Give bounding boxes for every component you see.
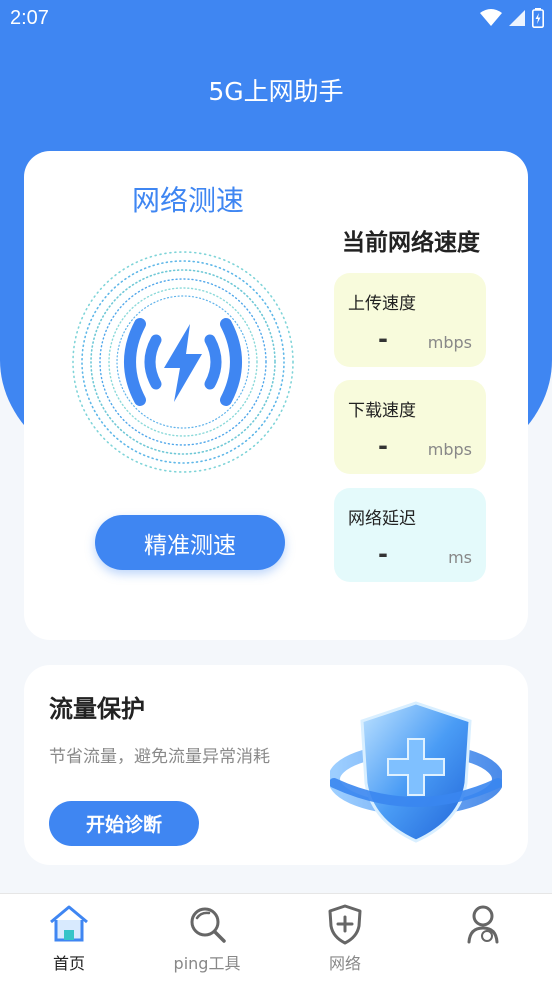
battery-icon [532, 8, 544, 28]
tab-profile[interactable] [414, 894, 552, 981]
download-speed-label: 下载速度 [348, 401, 416, 421]
traffic-protection-description: 节省流量，避免流量异常消耗 [49, 747, 270, 767]
tab-network-label: 网络 [328, 954, 361, 973]
traffic-protection-card: 流量保护 节省流量，避免流量异常消耗 开始诊断 [24, 665, 528, 865]
current-speed-title: 当前网络速度 [342, 230, 480, 256]
wifi-icon [480, 9, 502, 26]
bottom-tab-bar: 首页 ping工具 网络 [0, 893, 552, 981]
upload-speed-label: 上传速度 [348, 294, 416, 314]
download-speed-value: - [378, 432, 388, 460]
traffic-protection-title: 流量保护 [49, 695, 145, 723]
tab-network[interactable]: 网络 [276, 894, 414, 981]
status-bar: 2:07 [0, 0, 552, 40]
app-title: 5G上网助手 [208, 77, 344, 106]
magnifier-icon [190, 907, 226, 943]
start-diagnosis-button[interactable]: 开始诊断 [49, 801, 199, 846]
latency-unit: ms [448, 548, 472, 567]
latency-panel: 网络延迟 - ms [334, 488, 486, 582]
tab-home-label: 首页 [52, 954, 85, 973]
signal-bolt-icon [124, 318, 242, 406]
user-icon [467, 905, 499, 944]
download-speed-unit: mbps [427, 440, 472, 459]
cellular-signal-icon [509, 10, 525, 26]
status-icons [480, 8, 544, 28]
download-speed-panel: 下载速度 - mbps [334, 380, 486, 474]
shield-illustration-icon [330, 701, 502, 843]
upload-speed-panel: 上传速度 - mbps [334, 273, 486, 367]
shield-plus-icon [328, 904, 362, 945]
tab-ping-tool-label: ping工具 [173, 954, 241, 973]
upload-speed-unit: mbps [427, 333, 472, 352]
latency-label: 网络延迟 [348, 509, 416, 529]
home-icon [50, 905, 88, 942]
status-time: 2:07 [10, 7, 49, 29]
latency-value: - [378, 540, 388, 568]
precise-speed-test-button[interactable]: 精准测速 [95, 515, 285, 570]
speed-test-card: 网络测速 当前网络速度 精准测速 上传速度 - mbps 下载速度 - mbps… [24, 151, 528, 640]
tab-ping-tool[interactable]: ping工具 [138, 894, 276, 981]
upload-speed-value: - [378, 325, 388, 353]
speed-test-title: 网络测速 [132, 184, 245, 217]
speed-radar-graphic [72, 251, 294, 473]
tab-home[interactable]: 首页 [0, 894, 138, 981]
